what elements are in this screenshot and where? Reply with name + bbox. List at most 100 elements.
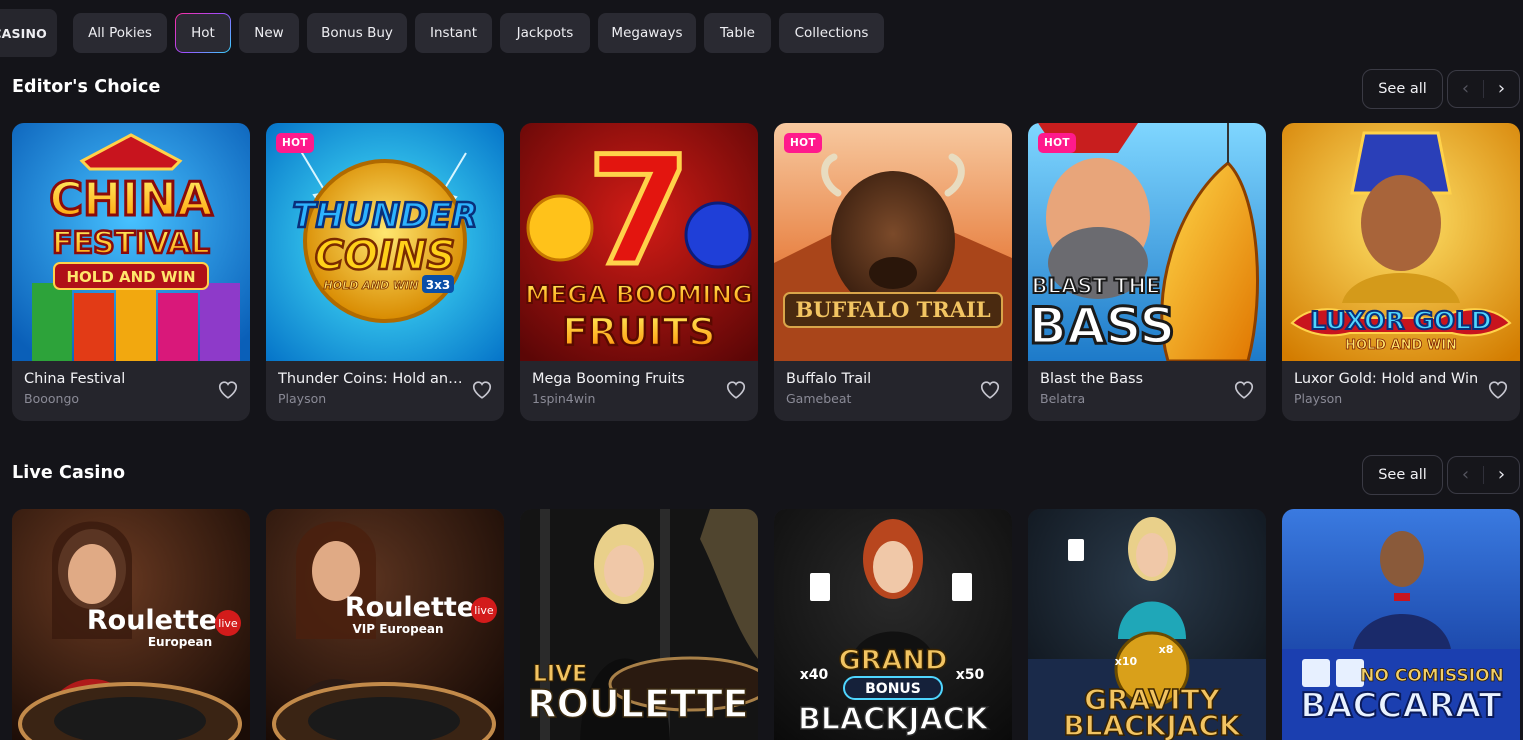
game-title[interactable]: Blast the Bass	[1040, 371, 1225, 387]
art-tagline: NO COMISSION	[1360, 666, 1504, 686]
game-provider: 1spin4win	[532, 391, 596, 406]
art-tagline: HOLD AND WIN	[66, 268, 195, 286]
carousel-pager: ‹ ›	[1447, 456, 1520, 494]
category-casino[interactable]: CASINO	[0, 9, 57, 57]
game-provider: Gamebeat	[786, 391, 852, 406]
hot-badge: HOT	[784, 133, 822, 153]
art-live-badge: live	[218, 617, 238, 630]
game-title[interactable]: Mega Booming Fruits	[532, 371, 717, 387]
game-art: THUNDER COINS HOLD AND WIN 3x3	[266, 123, 504, 361]
game-thumbnail[interactable]: THUNDER COINS HOLD AND WIN 3x3 HOT	[266, 123, 504, 361]
category-jackpots[interactable]: Jackpots	[500, 13, 590, 53]
carousel-pager: ‹ ›	[1447, 70, 1520, 108]
hot-badge: HOT	[1038, 133, 1076, 153]
game-provider: Playson	[278, 391, 327, 406]
game-card[interactable]: Roulette live VIP European	[266, 509, 504, 740]
game-card[interactable]: LIVE ROULETTE	[520, 509, 758, 740]
art-title: LUXOR GOLD	[1310, 306, 1491, 335]
art-title: MEGA BOOMING	[525, 280, 753, 309]
heart-icon[interactable]	[979, 379, 1001, 401]
see-all-button[interactable]: See all	[1362, 455, 1443, 495]
game-thumbnail[interactable]: Roulette live European	[12, 509, 250, 740]
section-title-editors-choice: Editor's Choice	[12, 77, 161, 97]
category-instant[interactable]: Instant	[415, 13, 492, 53]
art-seven: 7	[587, 125, 691, 299]
chevron-right-icon[interactable]: ›	[1484, 80, 1519, 98]
heart-icon[interactable]	[1233, 379, 1255, 401]
game-thumbnail[interactable]: BLAST THE BASS HOT	[1028, 123, 1266, 361]
game-card[interactable]: GRAND BONUS BLACKJACK x40 x50	[774, 509, 1012, 740]
art-subtitle: BLACKJACK	[798, 702, 990, 737]
game-art: CHINA FESTIVAL HOLD AND WIN	[12, 123, 250, 361]
art-tagline: HOLD AND WIN	[324, 279, 419, 292]
game-thumbnail[interactable]: Roulette live VIP European	[266, 509, 504, 740]
game-thumbnail[interactable]: GRAND BONUS BLACKJACK x40 x50	[774, 509, 1012, 740]
category-new[interactable]: New	[239, 13, 299, 53]
game-card[interactable]: BLAST THE BASS HOT Blast the Bass Belatr…	[1028, 123, 1266, 421]
game-card[interactable]: Roulette live European	[12, 509, 250, 740]
art-multiplier-right: x50	[956, 667, 985, 683]
game-thumbnail[interactable]: GRAVITY BLACKJACK x10 x8	[1028, 509, 1266, 740]
game-card[interactable]: NO COMISSION BACCARAT	[1282, 509, 1520, 740]
game-art: Roulette live European	[12, 509, 250, 740]
art-live-badge: live	[474, 604, 494, 617]
game-art: GRAND BONUS BLACKJACK x40 x50	[774, 509, 1012, 740]
category-collections[interactable]: Collections	[779, 13, 884, 53]
game-title[interactable]: China Festival	[24, 371, 209, 387]
art-multiplier-left: x10	[1115, 655, 1138, 668]
game-title[interactable]: Thunder Coins: Hold and Win	[278, 371, 463, 387]
art-title: GRAND	[839, 645, 948, 676]
game-art: BUFFALO TRAIL	[774, 123, 1012, 361]
hot-badge: HOT	[276, 133, 314, 153]
category-megaways[interactable]: Megaways	[598, 13, 696, 53]
game-card[interactable]: CHINA FESTIVAL HOLD AND WIN China Festiv…	[12, 123, 250, 421]
section-title-live-casino: Live Casino	[12, 463, 126, 483]
game-card[interactable]: 7 MEGA BOOMING FRUITS Mega Booming Fruit…	[520, 123, 758, 421]
art-title: Roulette	[87, 605, 217, 636]
game-thumbnail[interactable]: LIVE ROULETTE	[520, 509, 758, 740]
heart-icon[interactable]	[217, 379, 239, 401]
game-card[interactable]: LUXOR GOLD HOLD AND WIN Luxor Gold: Hold…	[1282, 123, 1520, 421]
game-thumbnail[interactable]: NO COMISSION BACCARAT	[1282, 509, 1520, 740]
game-art: NO COMISSION BACCARAT	[1282, 509, 1520, 740]
category-table[interactable]: Table	[704, 13, 771, 53]
game-thumbnail[interactable]: 7 MEGA BOOMING FRUITS	[520, 123, 758, 361]
game-provider: Belatra	[1040, 391, 1086, 406]
heart-icon[interactable]	[1487, 379, 1509, 401]
art-title: BLAST THE	[1032, 274, 1161, 298]
heart-icon[interactable]	[471, 379, 493, 401]
chevron-left-icon[interactable]: ‹	[1448, 466, 1484, 484]
game-provider: Playson	[1294, 391, 1343, 406]
heart-icon[interactable]	[725, 379, 747, 401]
art-multiplier-right: x8	[1159, 643, 1174, 656]
game-art: Roulette live VIP European	[266, 509, 504, 740]
game-provider: Booongo	[24, 391, 80, 406]
art-subtitle: BLACKJACK	[1063, 709, 1242, 740]
art-subtitle: COINS	[315, 233, 456, 279]
art-title: CHINA	[49, 172, 213, 226]
art-title: BUFFALO TRAIL	[795, 297, 991, 322]
category-all-pokies[interactable]: All Pokies	[73, 13, 167, 53]
game-title[interactable]: Luxor Gold: Hold and Win	[1294, 371, 1479, 387]
chevron-left-icon[interactable]: ‹	[1448, 80, 1484, 98]
chevron-right-icon[interactable]: ›	[1484, 466, 1519, 484]
game-card[interactable]: GRAVITY BLACKJACK x10 x8	[1028, 509, 1266, 740]
art-badge: BONUS	[865, 681, 921, 697]
art-subtitle: FRUITS	[562, 310, 716, 354]
game-art: 7 MEGA BOOMING FRUITS	[520, 123, 758, 361]
see-all-button[interactable]: See all	[1362, 69, 1443, 109]
game-title[interactable]: Buffalo Trail	[786, 371, 971, 387]
game-art: GRAVITY BLACKJACK x10 x8	[1028, 509, 1266, 740]
game-thumbnail[interactable]: LUXOR GOLD HOLD AND WIN	[1282, 123, 1520, 361]
category-bonus-buy[interactable]: Bonus Buy	[307, 13, 407, 53]
game-card[interactable]: BUFFALO TRAIL HOT Buffalo Trail Gamebeat	[774, 123, 1012, 421]
game-card[interactable]: THUNDER COINS HOLD AND WIN 3x3 HOT Thund…	[266, 123, 504, 421]
game-thumbnail[interactable]: CHINA FESTIVAL HOLD AND WIN	[12, 123, 250, 361]
category-hot[interactable]: Hot	[175, 13, 231, 53]
game-thumbnail[interactable]: BUFFALO TRAIL HOT	[774, 123, 1012, 361]
art-tagline: HOLD AND WIN	[1345, 338, 1457, 353]
art-title: THUNDER	[292, 196, 477, 236]
art-subtitle: European	[148, 635, 212, 649]
art-title: BACCARAT	[1300, 686, 1502, 726]
game-art: BLAST THE BASS	[1028, 123, 1266, 361]
